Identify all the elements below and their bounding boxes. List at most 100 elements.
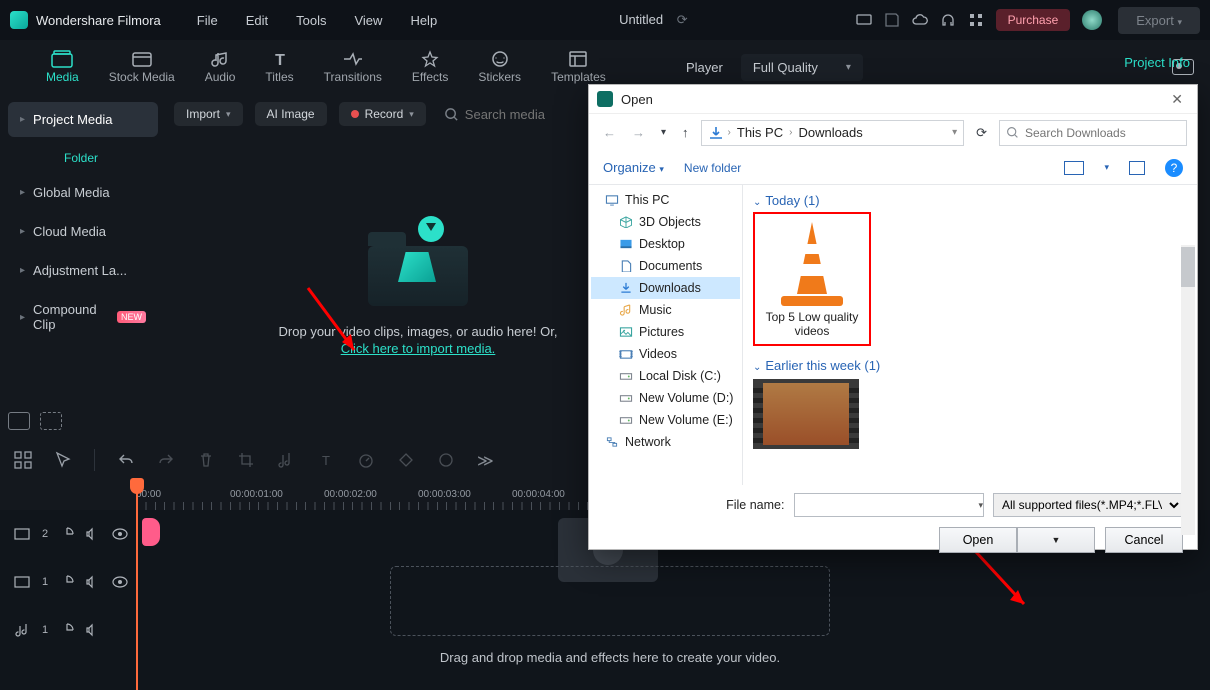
project-info-link[interactable]: Project Info bbox=[1124, 55, 1190, 70]
nav-recent-icon[interactable]: ▾ bbox=[657, 127, 670, 138]
breadcrumb-this-pc[interactable]: This PC bbox=[735, 125, 785, 140]
tab-templates[interactable]: Templates bbox=[551, 50, 606, 84]
tab-stickers[interactable]: Stickers bbox=[478, 50, 521, 84]
cancel-button[interactable]: Cancel bbox=[1105, 527, 1183, 553]
tab-titles[interactable]: TTitles bbox=[265, 50, 293, 84]
nav-up-icon[interactable]: ↑ bbox=[678, 125, 693, 140]
side-cloud-media[interactable]: ▸Cloud Media bbox=[8, 214, 158, 249]
filetype-select[interactable]: All supported files(*.MP4;*.FLV; bbox=[993, 493, 1183, 517]
keyframe-icon[interactable] bbox=[397, 451, 415, 469]
side-global-media[interactable]: ▸Global Media bbox=[8, 175, 158, 210]
doc-icon bbox=[619, 260, 633, 272]
delete-icon[interactable] bbox=[197, 451, 215, 469]
tree-videos[interactable]: Videos bbox=[591, 343, 740, 365]
menu-file[interactable]: File bbox=[197, 13, 218, 28]
filename-input[interactable] bbox=[794, 493, 984, 517]
menu-help[interactable]: Help bbox=[410, 13, 437, 28]
new-bin-icon[interactable] bbox=[8, 412, 30, 430]
tree-music[interactable]: Music bbox=[591, 299, 740, 321]
tree-new-volume-d-[interactable]: New Volume (D:) bbox=[591, 387, 740, 409]
dialog-search-input[interactable] bbox=[1025, 126, 1180, 140]
file-item-selected[interactable]: Top 5 Low quality videos bbox=[753, 212, 871, 346]
record-button[interactable]: Record▾ bbox=[339, 102, 426, 126]
search-icon bbox=[444, 107, 459, 122]
dialog-close-icon[interactable]: ✕ bbox=[1165, 91, 1189, 108]
svg-text:T: T bbox=[322, 453, 330, 468]
group-earlier[interactable]: ⌄Earlier this week (1) bbox=[753, 358, 1187, 373]
video-track-1[interactable]: 1 bbox=[0, 558, 136, 606]
organize-menu[interactable]: Organize ▾ bbox=[603, 160, 664, 175]
filename-dropdown-icon[interactable]: ▾ bbox=[978, 500, 983, 511]
nav-back-icon[interactable]: ← bbox=[599, 125, 620, 140]
refresh-icon[interactable]: ⟳ bbox=[972, 125, 991, 141]
menu-edit[interactable]: Edit bbox=[246, 13, 268, 28]
cloud-icon[interactable] bbox=[912, 12, 928, 28]
folder-subnode[interactable]: Folder bbox=[8, 141, 158, 171]
project-media-node[interactable]: ▸Project Media bbox=[8, 102, 158, 137]
import-media-link[interactable]: Click here to import media. bbox=[341, 341, 496, 356]
breadcrumb-downloads[interactable]: Downloads bbox=[796, 125, 864, 140]
headphones-icon[interactable] bbox=[940, 12, 956, 28]
video-track-2[interactable]: 2 bbox=[0, 510, 136, 558]
layout-icon[interactable] bbox=[14, 451, 32, 469]
player-label: Player bbox=[686, 60, 723, 75]
account-avatar-icon[interactable] bbox=[1082, 10, 1102, 30]
track-marker[interactable] bbox=[142, 518, 160, 546]
tab-audio[interactable]: Audio bbox=[205, 50, 236, 84]
tab-media[interactable]: Media bbox=[46, 50, 79, 84]
preview-pane-icon[interactable] bbox=[1129, 161, 1145, 175]
dialog-search[interactable] bbox=[999, 120, 1187, 146]
apps-grid-icon[interactable] bbox=[968, 12, 984, 28]
view-mode-icon[interactable] bbox=[1064, 161, 1084, 175]
tab-stock-media[interactable]: Stock Media bbox=[109, 50, 175, 84]
help-icon[interactable]: ? bbox=[1165, 159, 1183, 177]
crop-icon[interactable] bbox=[237, 451, 255, 469]
text-tool-icon[interactable]: T bbox=[317, 451, 335, 469]
monitor-icon bbox=[605, 194, 619, 206]
menu-tools[interactable]: Tools bbox=[296, 13, 326, 28]
tree-local-disk-c-[interactable]: Local Disk (C:) bbox=[591, 365, 740, 387]
import-button[interactable]: Import▾ bbox=[174, 102, 243, 126]
file-item-video[interactable] bbox=[753, 379, 859, 449]
ai-image-button[interactable]: AI Image bbox=[255, 102, 327, 126]
speed-icon[interactable] bbox=[357, 451, 375, 469]
tree-documents[interactable]: Documents bbox=[591, 255, 740, 277]
tree-downloads[interactable]: Downloads bbox=[591, 277, 740, 299]
tab-effects[interactable]: Effects bbox=[412, 50, 448, 84]
playhead[interactable] bbox=[136, 480, 138, 690]
export-button[interactable]: Export ▾ bbox=[1118, 7, 1200, 34]
pic-icon bbox=[619, 326, 633, 338]
tree-network[interactable]: Network bbox=[591, 431, 740, 453]
tree-pictures[interactable]: Pictures bbox=[591, 321, 740, 343]
open-dropdown-icon[interactable]: ▼ bbox=[1017, 527, 1095, 553]
audio-track-1[interactable]: 1 bbox=[0, 606, 136, 654]
tree-new-volume-e-[interactable]: New Volume (E:) bbox=[591, 409, 740, 431]
undo-icon[interactable] bbox=[117, 451, 135, 469]
purchase-button[interactable]: Purchase bbox=[996, 9, 1071, 31]
side-adjustment-layer[interactable]: ▸Adjustment La... bbox=[8, 253, 158, 288]
device-icon[interactable] bbox=[856, 12, 872, 28]
new-folder-icon[interactable] bbox=[40, 412, 62, 430]
more-tools-icon[interactable]: ≫ bbox=[477, 451, 495, 469]
svg-text:T: T bbox=[275, 52, 285, 68]
document-title[interactable]: Untitled bbox=[619, 12, 663, 27]
menu-view[interactable]: View bbox=[354, 13, 382, 28]
scrollbar[interactable] bbox=[1181, 245, 1195, 535]
tree-this-pc[interactable]: This PC bbox=[591, 189, 740, 211]
pointer-icon[interactable] bbox=[54, 451, 72, 469]
new-folder-button[interactable]: New folder bbox=[684, 161, 741, 175]
tab-transitions[interactable]: Transitions bbox=[324, 50, 382, 84]
audio-edit-icon[interactable] bbox=[277, 451, 295, 469]
breadcrumb-dropdown-icon[interactable]: ▾ bbox=[952, 127, 957, 138]
timeline-drop-zone[interactable] bbox=[390, 566, 830, 636]
tree-3d-objects[interactable]: 3D Objects bbox=[591, 211, 740, 233]
side-compound-clip[interactable]: ▸Compound ClipNEW bbox=[8, 292, 158, 342]
address-bar[interactable]: › This PC › Downloads ▾ bbox=[701, 120, 965, 146]
redo-icon[interactable] bbox=[157, 451, 175, 469]
quality-selector[interactable]: Full Quality▾ bbox=[741, 54, 863, 81]
tree-desktop[interactable]: Desktop bbox=[591, 233, 740, 255]
save-icon[interactable] bbox=[884, 12, 900, 28]
open-button[interactable]: Open bbox=[939, 527, 1017, 553]
group-today[interactable]: ⌄Today (1) bbox=[753, 193, 1187, 208]
color-icon[interactable] bbox=[437, 451, 455, 469]
